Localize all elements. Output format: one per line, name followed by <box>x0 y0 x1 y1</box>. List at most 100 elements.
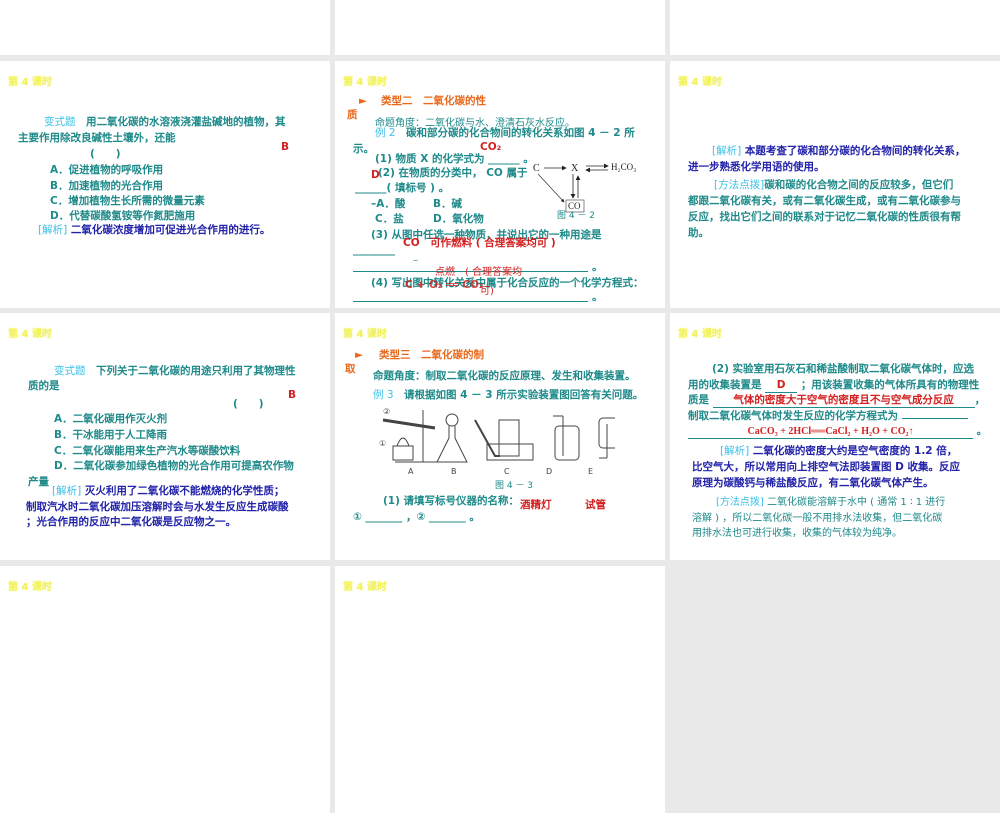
question-2b: ______( 填标号 ) 。 <box>355 182 450 194</box>
analysis-label: [解析] <box>38 224 68 236</box>
method-label: [方法点拨] <box>714 179 765 191</box>
option-b: B．加速植物的光合作用 <box>50 180 164 192</box>
label-c: C <box>504 467 510 476</box>
analysis-text: 灭火利用了二氧化碳不能燃烧的化学性质； <box>84 485 285 497</box>
answer-blanks: ① _______ ，② _______ 。 <box>353 511 480 523</box>
slide-example-3[interactable]: 第 4 课时 ► 类型三 二氧化碳的制 取 命题角度：制取二氧化碳的反应原理、发… <box>335 313 665 560</box>
analysis-text: 本题考查了碳和部分碳的化合物间的转化关系， <box>744 145 966 157</box>
method-text-2: 溶解 ) ，所以二氧化碳一般不用排水法收集，但二氧化碳 <box>692 513 943 524</box>
answer-property: 气体的密度大于空气的密度且不与空气成分反应 <box>712 394 975 408</box>
method-text-3: 反应，找出它们之间的联系对于记忆二氧化碳的性质很有帮 <box>688 211 961 223</box>
analysis-text-3: ；光合作用的反应中二氧化碳是反应物之一。 <box>26 516 236 528</box>
label-e: E <box>588 467 594 476</box>
mark-1: ① <box>379 439 387 448</box>
answer-d: D <box>765 379 798 393</box>
question-2-equation-prompt: 制取二氧化碳气体时发生反应的化学方程式为 <box>688 410 968 423</box>
answer: B <box>281 141 290 153</box>
slide-variant-question-2[interactable]: 第 4 课时 变式题 下列关于二氧化碳的用途只利用了其物理性 质的是 B ( )… <box>0 313 330 560</box>
example-label: 例 3 <box>373 389 394 401</box>
answer-line <box>353 301 588 302</box>
option-d-2: 产量 <box>28 476 49 488</box>
variant-label: 变式题 <box>44 116 76 128</box>
mark-2: ② <box>383 407 391 416</box>
slide-example-3-part-2[interactable]: 第 4 课时 (2) 实验室用石灰石和稀盐酸制取二氧化碳气体时，应选 用的收集装… <box>670 313 1000 560</box>
lesson-header: 第 4 课时 <box>678 77 722 88</box>
slide-top-3[interactable] <box>670 0 1000 55</box>
option-d: D．代替碳酸氢铵等作氮肥施用 <box>50 210 196 222</box>
option-c: C．二氧化碳能用来生产汽水等碳酸饮料 <box>54 445 241 457</box>
question-2-text: ；用该装置收集的气体所具有的物理性 <box>800 379 980 391</box>
answer-paren: ( ) <box>233 398 264 410</box>
method-text-2: 都跟二氧化碳有关，或有二氧化碳生成，或有二氧化碳参与 <box>688 195 961 207</box>
question-2: (2) 在物质的分类中， CO 属于 <box>378 167 528 179</box>
lesson-header: 第 4 课时 <box>8 77 52 88</box>
slide-example-2-analysis[interactable]: 第 4 课时 [解析] 本题考查了碳和部分碳的化合物间的转化关系， 进一步熟悉化… <box>670 61 1000 308</box>
arrow-icon: ► <box>355 349 364 361</box>
answer-2: 试管 <box>585 499 606 511</box>
example-text: 碳和部分碳的化合物间的转化关系如图 4 － 2 所 <box>406 127 635 139</box>
question-stem-2: 主要作用除改良碱性土壤外，还能 <box>18 132 176 144</box>
analysis-text-2: 进一步熟悉化学用语的使用。 <box>688 161 825 173</box>
method-text-4: 助。 <box>688 227 709 239</box>
option-a: A．二氧化碳用作灭火剂 <box>54 413 168 425</box>
answer: B <box>288 389 297 401</box>
example-text-2: 示。 <box>353 143 374 155</box>
lesson-header: 第 4 课时 <box>8 329 52 340</box>
analysis-text: 二氧化碳浓度增加可促进光合作用的进行。 <box>70 224 271 236</box>
analysis-label: [解析] <box>52 485 82 497</box>
answer-paren: ( ) <box>90 148 121 160</box>
slide-variant-question-1[interactable]: 第 4 课时 变式题 用二氧化碳的水溶液浇灌盐碱地的植物，其 主要作用除改良碱性… <box>0 61 330 308</box>
arrow-icon: ► <box>359 95 368 107</box>
method-label: [方法点拨] <box>716 497 764 508</box>
question-2-text: 用的收集装置是 <box>688 379 762 391</box>
type-title: 类型三 二氧化碳的制 <box>379 349 484 361</box>
option-b: B．碱 <box>433 198 463 210</box>
type-title-2: 取 <box>345 363 356 375</box>
question-stem: 下列关于二氧化碳的用途只利用了其物理性 <box>96 365 296 377</box>
method-text: 二氧化碳能溶解于水中 ( 通常 1 ∶ 1 进行 <box>767 497 946 508</box>
node-c: C <box>533 163 540 174</box>
node-x: X <box>571 163 579 174</box>
answer-1: 酒精灯 <box>520 499 552 511</box>
lesson-header: 第 4 课时 <box>8 582 52 593</box>
answer-3: CO 可作燃料 ( 合理答案均可 ) <box>403 237 556 249</box>
option-d: D．二氧化碳参加绿色植物的光合作用可提高农作物 <box>54 460 294 472</box>
answer-equation: CaCO₃ + 2HCl══CaCl₂ + H₂O + CO₂↑ <box>688 425 973 439</box>
option-a: A．促进植物的呼吸作用 <box>50 164 164 176</box>
analysis-label: [解析] <box>712 145 742 157</box>
option-b: B．干冰能用于人工降雨 <box>54 429 168 441</box>
period: 。 <box>592 291 603 303</box>
question-stem-2: 质的是 <box>28 380 60 392</box>
answer-4-note: 可) <box>480 286 494 297</box>
slide-bottom-2[interactable]: 第 4 课时 <box>335 566 665 813</box>
analysis-text-3: 原理为碳酸钙与稀盐酸反应，有二氧化碳气体产生。 <box>692 477 934 489</box>
method-text-3: 用排水法也可进行收集，收集的气体较为纯净。 <box>692 528 902 539</box>
lesson-header: 第 4 课时 <box>343 77 387 88</box>
label-a: A <box>408 467 414 476</box>
analysis-text: 二氧化碳的密度大约是空气密度的 1.2 倍， <box>752 445 958 457</box>
dash: – <box>413 255 418 266</box>
question-2: (2) 实验室用石灰石和稀盐酸制取二氧化碳气体时，应选 <box>712 363 975 375</box>
figure-caption: 图 4 － 3 <box>495 481 534 491</box>
lesson-header: 第 4 课时 <box>343 329 387 340</box>
period: 。 <box>592 261 603 273</box>
example-label: 例 2 <box>375 127 396 139</box>
lesson-header: 第 4 课时 <box>343 582 387 593</box>
question-angle: 命题角度：制取二氧化碳的反应原理、发生和收集装置。 <box>373 370 636 382</box>
question-1: (1) 请填写标号仪器的名称： <box>383 495 520 507</box>
question-1: (1) 物质 X 的化学式为 ______ 。 <box>375 153 534 165</box>
option-c: C．增加植物生长所需的微量元素 <box>50 195 205 207</box>
blank-3: ________ <box>353 244 395 256</box>
slide-bottom-1[interactable]: 第 4 课时 <box>0 566 330 813</box>
label-b: B <box>451 467 457 476</box>
period: 。 <box>976 425 988 437</box>
slide-example-2[interactable]: 第 4 课时 ► 类型二 二氧化碳的性 质 命题角度：二氧化碳与水、澄清石灰水反… <box>335 61 665 308</box>
analysis-text-2: 比空气大，所以常用向上排空气法即装置图 D 收集。反应 <box>692 461 961 473</box>
comma: ， <box>974 394 986 406</box>
slide-top-2[interactable] <box>335 0 665 55</box>
option-d: D．氧化物 <box>433 213 484 225</box>
figure-caption: 图 4 － 2 <box>557 211 596 221</box>
question-2-text: 质是 <box>688 394 709 406</box>
slide-top-1[interactable] <box>0 0 330 55</box>
answer-4-equation: C + O₂ ══ CO₂ <box>405 279 484 291</box>
